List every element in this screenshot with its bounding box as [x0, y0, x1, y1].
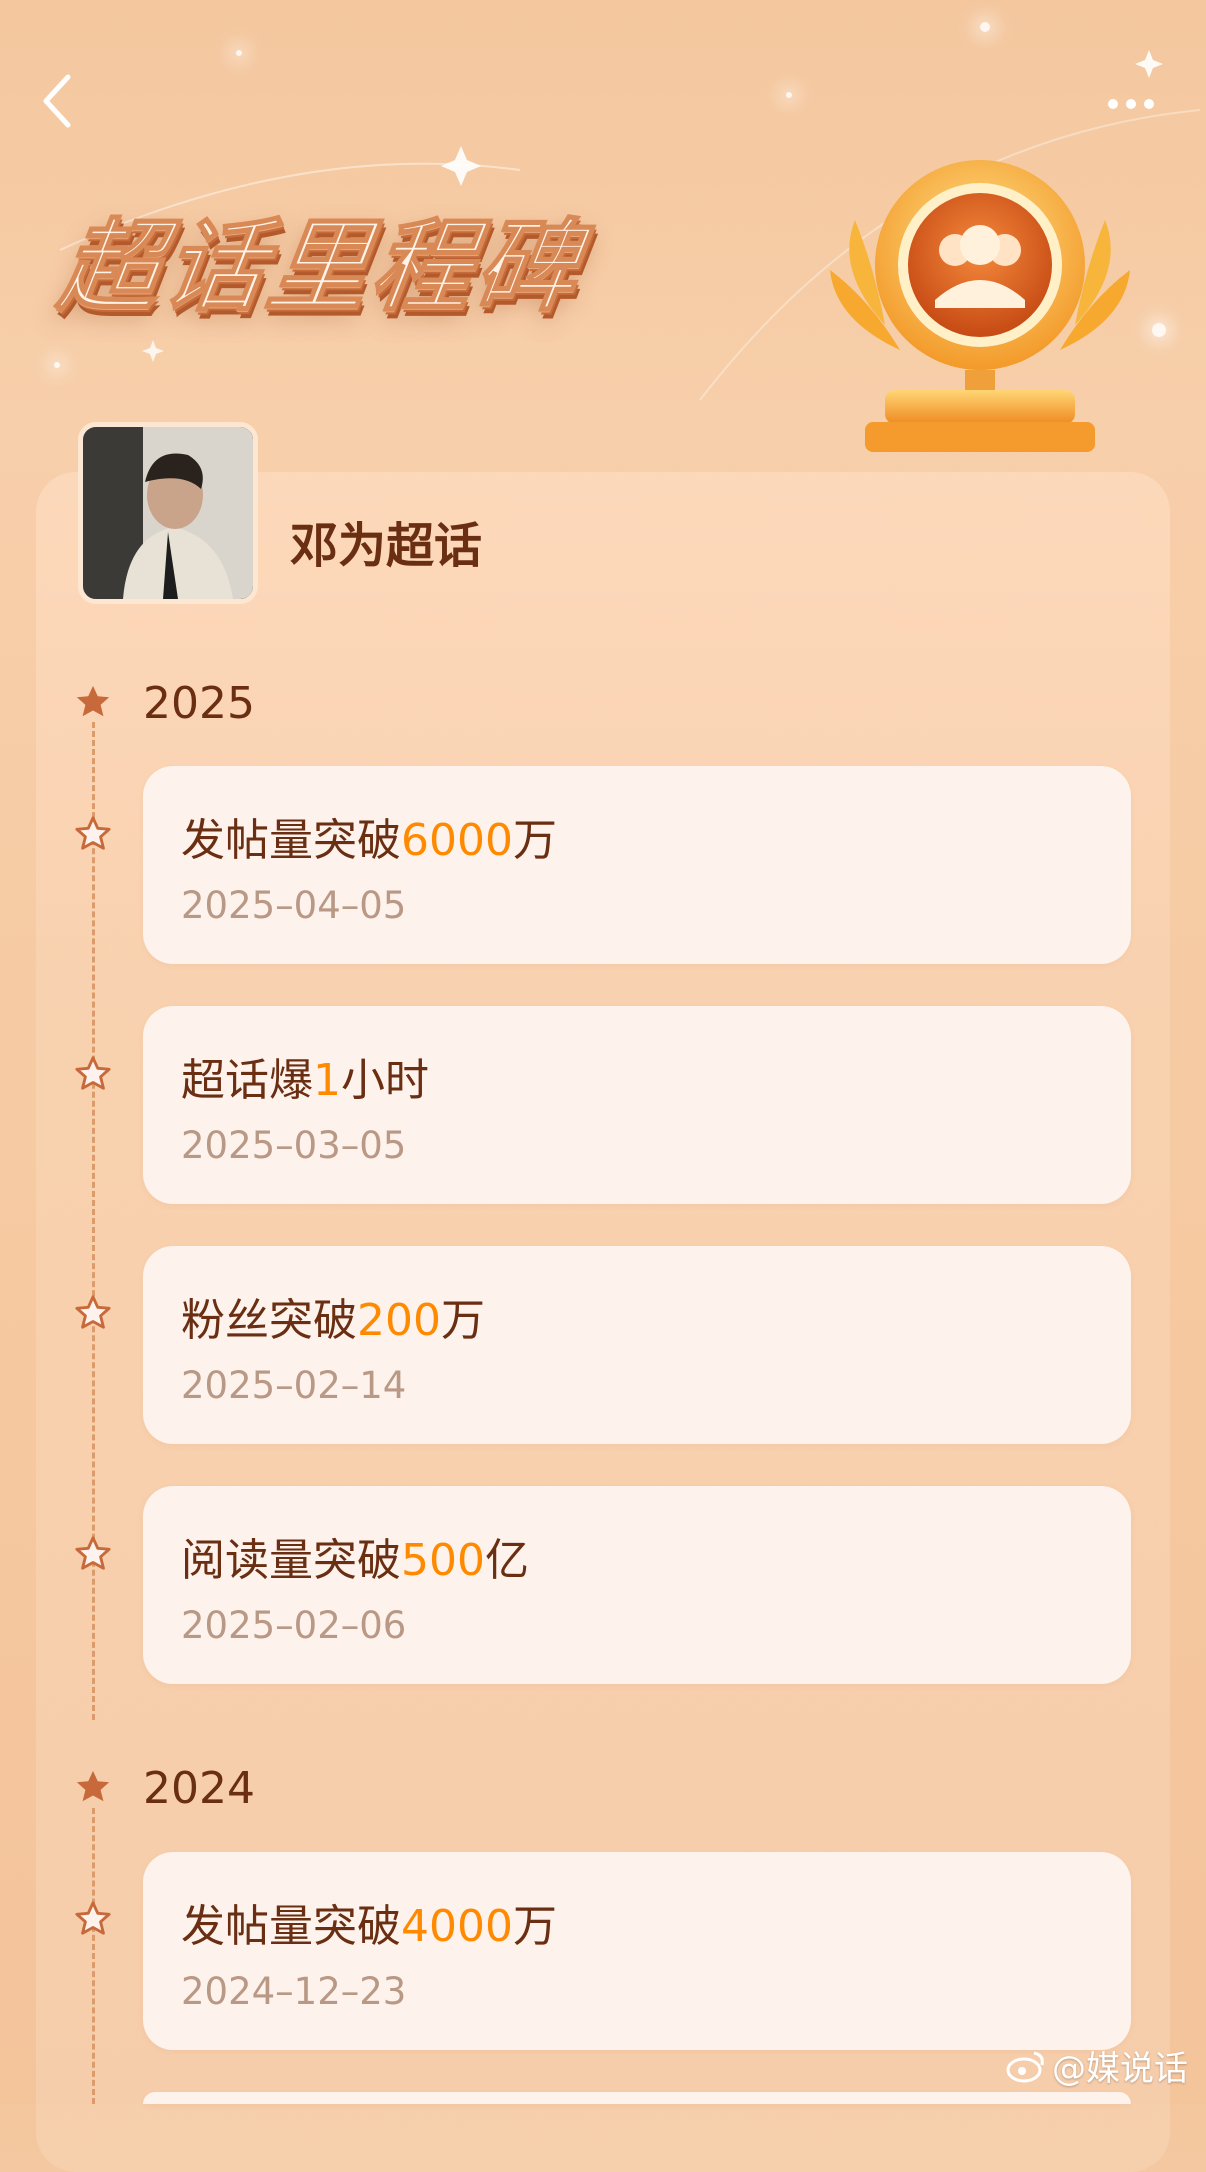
- milestone-unit: 万: [512, 815, 557, 866]
- year-label: 2024: [143, 1763, 255, 1814]
- milestone-card[interactable]: 发帖量突破4000万 2024–12–23: [143, 1852, 1131, 2050]
- year-label: 2025: [143, 678, 255, 729]
- milestone-card[interactable]: 阅读量突破500亿 2025–02–06: [143, 1486, 1131, 1684]
- trophy-icon: [830, 160, 1130, 452]
- milestone-card[interactable]: 发帖量突破6000万 2025–04–05: [143, 766, 1131, 964]
- milestone-title-text: 阅读量突破: [181, 1535, 401, 1586]
- milestone-title: 发帖量突破6000万: [181, 804, 557, 868]
- star-outline-icon: [75, 1901, 111, 1935]
- milestone-title: 超话爆1小时: [181, 1044, 429, 1108]
- milestone-card[interactable]: 粉丝突破200万 2025–02–14: [143, 1246, 1131, 1444]
- avatar-image: [83, 427, 253, 599]
- milestone-date: 2025–02–14: [181, 1364, 407, 1407]
- milestone-title-text: 发帖量突破: [181, 1901, 401, 1952]
- milestone-date: 2024–12–23: [181, 1970, 407, 2013]
- milestone-unit: 小时: [341, 1055, 429, 1106]
- year-star-icon: [76, 1770, 110, 1802]
- milestone-card[interactable]: [143, 2092, 1131, 2104]
- milestone-unit: 万: [512, 1901, 557, 1952]
- weibo-logo-icon: [1006, 2051, 1044, 2082]
- milestone-date: 2025–04–05: [181, 884, 407, 927]
- milestone-date: 2025–03–05: [181, 1124, 407, 1167]
- milestone-title: 阅读量突破500亿: [181, 1524, 529, 1588]
- milestone-title: 发帖量突破4000万: [181, 1890, 557, 1954]
- page-title: 超话里程碑: [52, 207, 590, 326]
- topic-name[interactable]: 邓为超话: [290, 506, 482, 576]
- star-outline-icon: [75, 816, 111, 850]
- watermark-text: @媒说话: [1052, 2049, 1188, 2089]
- milestone-unit: 万: [440, 1295, 485, 1346]
- milestone-card[interactable]: 超话爆1小时 2025–03–05: [143, 1006, 1131, 1204]
- milestone-title-text: 超话爆: [181, 1055, 313, 1106]
- timeline-line: [92, 1808, 95, 2104]
- milestone-number: 1: [313, 1055, 341, 1106]
- milestone-title-text: 粉丝突破: [181, 1295, 357, 1346]
- milestone-number: 4000: [401, 1901, 513, 1952]
- milestone-date: 2025–02–06: [181, 1604, 407, 1647]
- avatar[interactable]: [78, 422, 258, 604]
- milestone-number: 6000: [401, 815, 513, 866]
- star-outline-icon: [75, 1295, 111, 1329]
- milestone-title-text: 发帖量突破: [181, 815, 401, 866]
- star-outline-icon: [75, 1056, 111, 1090]
- milestone-unit: 亿: [484, 1535, 529, 1586]
- year-star-icon: [76, 685, 110, 717]
- milestone-number: 200: [357, 1295, 441, 1346]
- watermark: @媒说话: [1006, 2041, 1188, 2090]
- milestone-number: 500: [401, 1535, 485, 1586]
- star-outline-icon: [75, 1536, 111, 1570]
- milestone-title: 粉丝突破200万: [181, 1284, 485, 1348]
